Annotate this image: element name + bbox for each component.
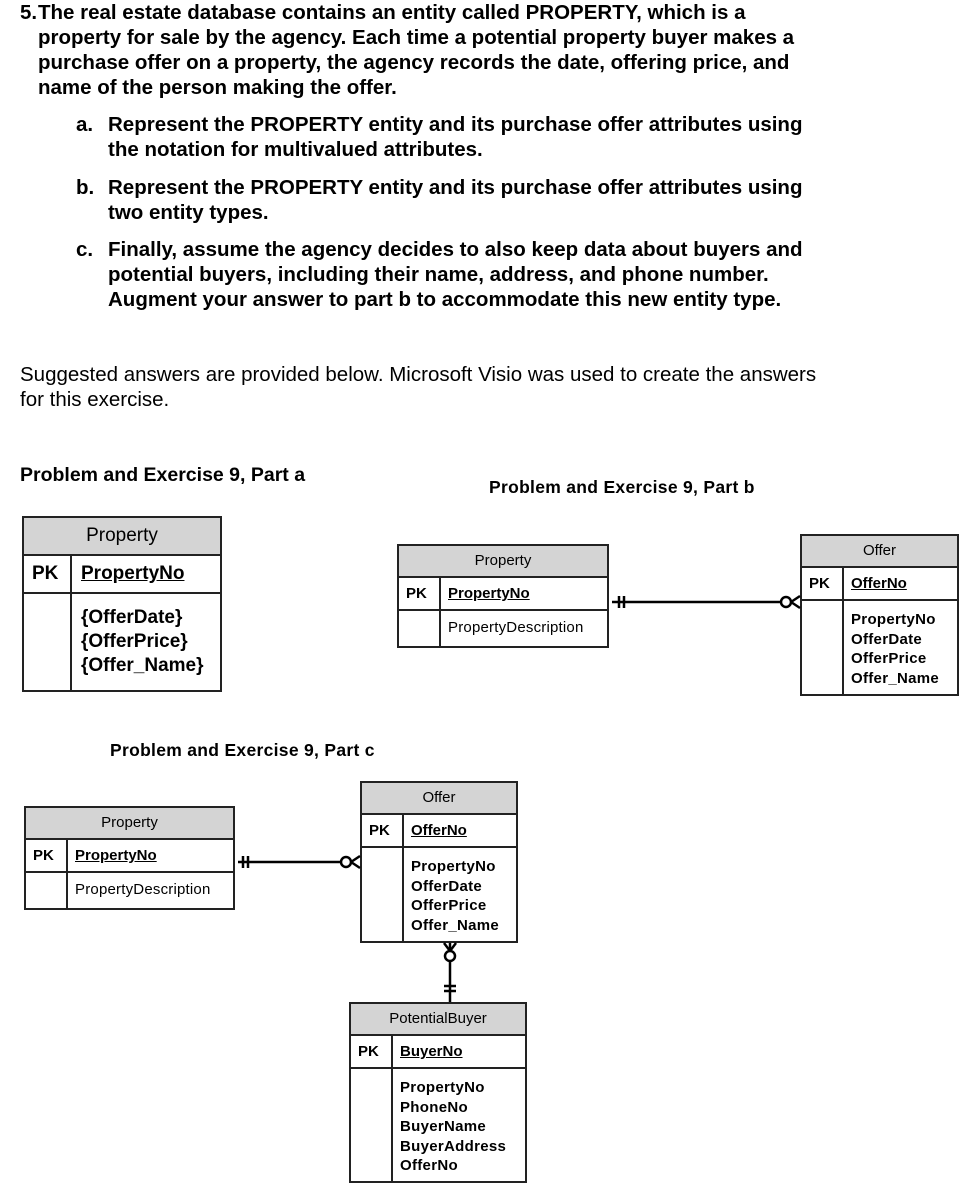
- zero-optional-circle-icon: [443, 949, 457, 963]
- relationship-line-property-offer-b: [612, 594, 801, 610]
- zero-optional-circle-icon: [779, 595, 793, 609]
- crows-foot-icon: [790, 594, 801, 604]
- crows-foot-icon: [350, 860, 361, 870]
- crows-foot-icon: [790, 600, 801, 610]
- relationship-line-property-offer-c: [238, 854, 361, 870]
- zero-optional-circle-icon: [339, 855, 353, 869]
- relationship-connectors: [238, 594, 801, 1002]
- crows-foot-icon: [350, 854, 361, 864]
- relationship-line-buyer-offer-c: [443, 942, 457, 1002]
